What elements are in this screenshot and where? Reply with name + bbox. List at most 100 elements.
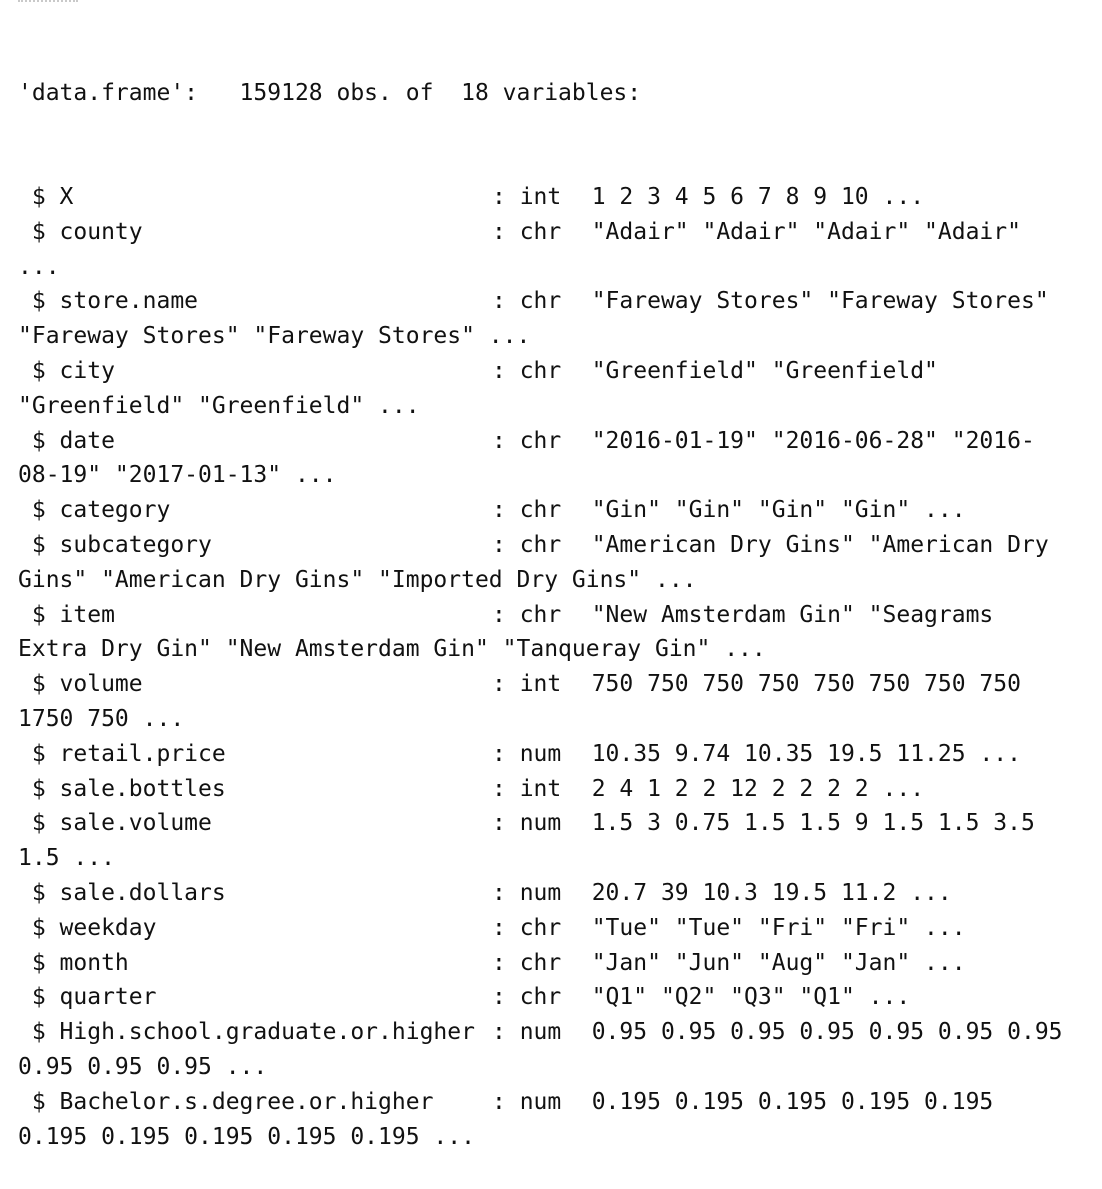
dollar-prefix: $	[18, 427, 60, 454]
variable-type: chr	[519, 218, 562, 245]
variable-type: chr	[519, 601, 562, 628]
variable-name: $ date	[18, 424, 492, 459]
variable-name: $ X	[18, 180, 492, 215]
variable-line: $ sale.bottles: int 2 4 1 2 2 12 2 2 2 2 …	[18, 772, 1096, 807]
variable-values-continuation: Gins" "American Dry Gins" "Imported Dry …	[18, 566, 697, 593]
variable-values: 750 750 750 750 750 750 750 750	[591, 671, 1021, 698]
variable-type: num	[519, 740, 562, 767]
variable-name: $ item	[18, 598, 492, 633]
variable-name-text: volume	[59, 671, 143, 698]
dollar-prefix: $	[18, 183, 60, 210]
variable-line: $ city: chr "Greenfield" "Greenfield"	[18, 354, 1096, 389]
colon-separator: :	[492, 531, 520, 558]
variable-line: $ item: chr "New Amsterdam Gin" "Seagrams	[18, 598, 1096, 633]
variable-type: chr	[519, 288, 562, 315]
variable-name-text: weekday	[59, 914, 157, 941]
colon-separator: :	[492, 357, 520, 384]
dollar-prefix: $	[18, 218, 60, 245]
variable-values: "Adair" "Adair" "Adair" "Adair"	[591, 218, 1021, 245]
colon-separator: :	[492, 218, 520, 245]
variable-line: $ High.school.graduate.or.higher: num 0.9…	[18, 1015, 1096, 1050]
variable-type: chr	[519, 531, 562, 558]
variable-name: $ city	[18, 354, 492, 389]
variable-type: chr	[519, 357, 562, 384]
variable-values-continuation: ...	[18, 253, 60, 280]
variable-values: "Greenfield" "Greenfield"	[591, 357, 938, 384]
variable-values: 1 2 3 4 5 6 7 8 9 10 ...	[591, 183, 925, 210]
variable-line: $ subcategory: chr "American Dry Gins" "A…	[18, 528, 1096, 563]
variable-name-text: quarter	[59, 984, 157, 1011]
variable-name-text: Bachelor.s.degree.or.higher	[59, 1088, 434, 1115]
variable-type: num	[519, 1019, 562, 1046]
dollar-prefix: $	[18, 740, 60, 767]
variable-row: $ city: chr "Greenfield" "Greenfield" "Gre…	[18, 354, 1096, 424]
variable-row: $ county: chr "Adair" "Adair" "Adair" "Ad…	[18, 215, 1096, 285]
variable-row: $ Bachelor.s.degree.or.higher: num 0.195 …	[18, 1085, 1096, 1155]
variable-type: num	[519, 810, 562, 837]
colon-separator: :	[492, 1088, 520, 1115]
variable-name-text: sale.bottles	[59, 775, 226, 802]
dollar-prefix: $	[18, 601, 60, 628]
variable-type: int	[519, 183, 562, 210]
dollar-prefix: $	[18, 914, 60, 941]
variable-name: $ store.name	[18, 284, 492, 319]
colon-separator: :	[492, 427, 520, 454]
dollar-prefix: $	[18, 984, 60, 1011]
variable-name-text: item	[59, 601, 115, 628]
variable-line: $ month: chr "Jan" "Jun" "Aug" "Jan" ...	[18, 946, 1096, 981]
dollar-prefix: $	[18, 531, 60, 558]
colon-separator: :	[492, 1019, 520, 1046]
variable-name-text: store.name	[59, 288, 199, 315]
variable-values-continuation: 0.95 0.95 0.95 ...	[18, 1053, 268, 1080]
variable-name: $ Bachelor.s.degree.or.higher	[18, 1085, 492, 1120]
colon-separator: :	[492, 879, 520, 906]
dollar-prefix: $	[18, 1088, 60, 1115]
dollar-prefix: $	[18, 775, 60, 802]
variable-type: chr	[519, 427, 562, 454]
colon-separator: :	[492, 775, 520, 802]
variable-name: $ weekday	[18, 911, 492, 946]
variable-type: chr	[519, 949, 562, 976]
variable-line: $ volume: int 750 750 750 750 750 750 750…	[18, 667, 1096, 702]
variable-row: $ subcategory: chr "American Dry Gins" "A…	[18, 528, 1096, 598]
variable-type: chr	[519, 914, 562, 941]
dollar-prefix: $	[18, 879, 60, 906]
variable-name: $ subcategory	[18, 528, 492, 563]
variable-name-text: county	[59, 218, 143, 245]
variable-name-text: High.school.graduate.or.higher	[59, 1019, 475, 1046]
variable-name: $ county	[18, 215, 492, 250]
variable-row: $ date: chr "2016-01-19" "2016-06-28" "20…	[18, 424, 1096, 494]
dollar-prefix: $	[18, 949, 60, 976]
variable-values: 20.7 39 10.3 19.5 11.2 ...	[591, 879, 952, 906]
variable-values: 0.195 0.195 0.195 0.195 0.195	[591, 1088, 994, 1115]
variable-line: $ weekday: chr "Tue" "Tue" "Fri" "Fri" ..…	[18, 911, 1096, 946]
variable-type: int	[519, 671, 562, 698]
colon-separator: :	[492, 288, 520, 315]
variable-row: $ sale.volume: num 1.5 3 0.75 1.5 1.5 9 1…	[18, 806, 1096, 876]
variable-values: "2016-01-19" "2016-06-28" "2016-	[591, 427, 1035, 454]
variable-list: $ X: int 1 2 3 4 5 6 7 8 9 10 ... $ count…	[18, 180, 1096, 1154]
variable-values-continuation: 08-19" "2017-01-13" ...	[18, 462, 337, 489]
variable-name-text: category	[59, 497, 171, 524]
variable-row: $ month: chr "Jan" "Jun" "Aug" "Jan" ...	[18, 946, 1096, 981]
variable-row: $ retail.price: num 10.35 9.74 10.35 19.5…	[18, 737, 1096, 772]
variable-line: $ category: chr "Gin" "Gin" "Gin" "Gin" .…	[18, 493, 1096, 528]
variable-values: "Jan" "Jun" "Aug" "Jan" ...	[591, 949, 966, 976]
variable-values: "Q1" "Q2" "Q3" "Q1" ...	[591, 984, 911, 1011]
colon-separator: :	[492, 601, 520, 628]
variable-name: $ month	[18, 946, 492, 981]
variable-name: $ High.school.graduate.or.higher	[18, 1015, 492, 1050]
variable-name-text: date	[59, 427, 115, 454]
colon-separator: :	[492, 497, 520, 524]
variable-type: num	[519, 1088, 562, 1115]
colon-separator: :	[492, 671, 520, 698]
variable-name: $ sale.dollars	[18, 876, 492, 911]
variable-row: $ weekday: chr "Tue" "Tue" "Fri" "Fri" ..…	[18, 911, 1096, 946]
variable-name-text: subcategory	[59, 531, 212, 558]
variable-values: "Gin" "Gin" "Gin" "Gin" ...	[591, 497, 966, 524]
variable-row: $ volume: int 750 750 750 750 750 750 750…	[18, 667, 1096, 737]
variable-line: $ Bachelor.s.degree.or.higher: num 0.195 …	[18, 1085, 1096, 1120]
variable-type: chr	[519, 497, 562, 524]
colon-separator: :	[492, 810, 520, 837]
dollar-prefix: $	[18, 671, 60, 698]
